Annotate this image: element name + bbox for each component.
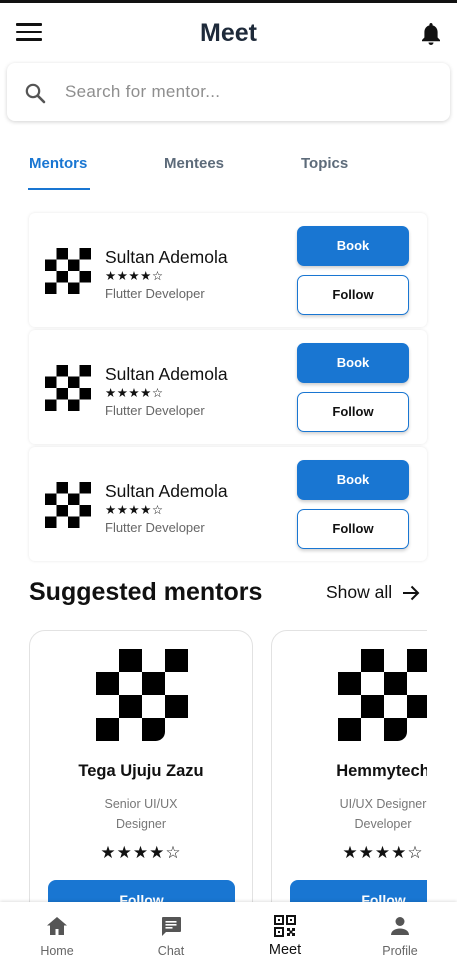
search-input[interactable] [65, 77, 425, 107]
section-title: Suggested mentors [29, 578, 263, 606]
search-icon [25, 83, 46, 104]
active-tab-indicator [28, 188, 90, 190]
notification-bell-icon[interactable] [419, 21, 443, 47]
avatar [45, 365, 91, 411]
mentor-role: Flutter Developer [105, 403, 205, 418]
show-all-link[interactable]: Show all [326, 582, 420, 603]
mentor-rating: ★★★★☆ [105, 502, 164, 517]
book-button[interactable]: Book [297, 226, 409, 266]
nav-label: Home [40, 944, 74, 958]
page-title: Meet [200, 19, 257, 47]
nav-item-meet[interactable]: Meet [228, 902, 342, 962]
avatar [45, 248, 91, 294]
avatar [45, 482, 91, 528]
suggested-mentor-card: Tega Ujuju Zazu Senior UI/UX Designer ★★… [29, 630, 253, 910]
show-all-label: Show all [326, 582, 393, 602]
tab-bar: Mentors Mentees Topics [0, 140, 457, 192]
suggested-mentor-name: Hemmytech [336, 762, 427, 780]
home-icon [47, 917, 67, 935]
tab-topics[interactable]: Topics [301, 155, 348, 172]
follow-button[interactable]: Follow [297, 509, 409, 549]
chat-icon [162, 917, 181, 936]
suggested-mentor-rating: ★★★★☆ [342, 843, 424, 863]
suggested-mentors-carousel[interactable]: Tega Ujuju Zazu Senior UI/UX Designer ★★… [29, 630, 427, 910]
tab-mentees[interactable]: Mentees [164, 155, 224, 172]
suggested-mentor-name: Tega Ujuju Zazu [78, 762, 204, 780]
arrow-right-icon [403, 585, 420, 600]
nav-label: Meet [268, 942, 302, 958]
avatar [338, 649, 427, 741]
nav-item-chat[interactable]: Chat [114, 902, 228, 962]
mentor-card: Sultan Ademola ★★★★☆ Flutter Developer B… [29, 213, 427, 327]
bottom-navigation: Home Chat Meet Profile [0, 902, 457, 962]
follow-button[interactable]: Follow [297, 275, 409, 315]
mentor-card: Sultan Ademola ★★★★☆ Flutter Developer B… [29, 447, 427, 561]
nav-label: Profile [382, 944, 418, 958]
mentor-name: Sultan Ademola [105, 247, 228, 267]
tab-mentors[interactable]: Mentors [29, 155, 87, 172]
mentor-rating: ★★★★☆ [105, 385, 164, 400]
mentor-role: Flutter Developer [105, 520, 205, 535]
mentor-rating: ★★★★☆ [105, 268, 164, 283]
avatar [96, 649, 188, 741]
book-button[interactable]: Book [297, 343, 409, 383]
app-bar: Meet [0, 3, 457, 63]
nav-item-profile[interactable]: Profile [343, 902, 457, 962]
suggested-mentor-role: UI/UX Designer Developer [339, 797, 427, 831]
book-button[interactable]: Book [297, 460, 409, 500]
mentor-card: Sultan Ademola ★★★★☆ Flutter Developer B… [29, 330, 427, 444]
suggested-mentor-card: Hemmytech UI/UX Designer Developer ★★★★☆… [271, 630, 427, 910]
mentor-name: Sultan Ademola [105, 364, 228, 384]
nav-label: Chat [157, 944, 185, 958]
follow-button[interactable]: Follow [297, 392, 409, 432]
suggested-mentor-role: Senior UI/UX Designer [104, 797, 178, 831]
suggested-mentor-rating: ★★★★☆ [100, 843, 182, 863]
qr-code-icon [274, 915, 296, 937]
person-icon [391, 917, 409, 935]
mentor-role: Flutter Developer [105, 286, 205, 301]
nav-item-home[interactable]: Home [0, 902, 114, 962]
search-bar [7, 63, 450, 121]
mentor-name: Sultan Ademola [105, 481, 228, 501]
